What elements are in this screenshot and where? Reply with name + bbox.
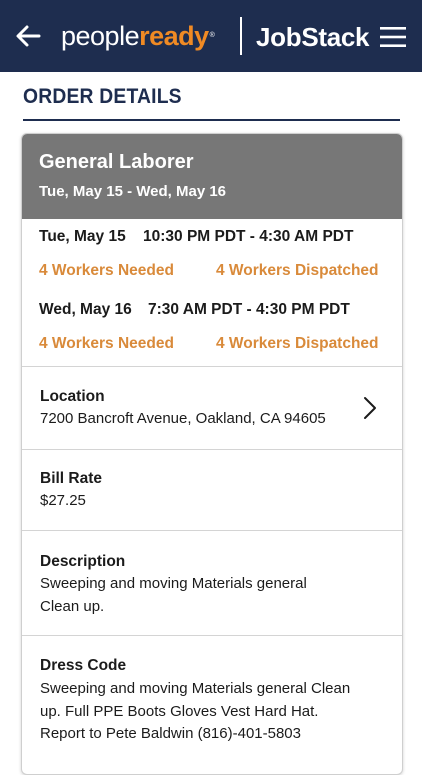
shift-date: Wed, May 16 <box>39 301 132 318</box>
section-divider <box>22 635 402 636</box>
brand-ready: ready <box>139 21 209 51</box>
dress-code-text: Sweeping and moving Materials general Cl… <box>40 680 351 742</box>
order-card: General Laborer Tue, May 15 - Wed, May 1… <box>21 133 403 775</box>
brand-registered-mark: ® <box>209 32 215 39</box>
header-divider <box>240 17 242 55</box>
workers-dispatched: 4 Workers Dispatched <box>216 262 379 279</box>
shift-time: 10:30 PM PDT - 4:30 AM PDT <box>143 228 354 245</box>
workers-dispatched: 4 Workers Dispatched <box>216 335 379 352</box>
brand-people: people <box>61 21 140 51</box>
shift-time: 7:30 AM PDT - 4:30 PM PDT <box>148 301 350 318</box>
back-arrow-icon[interactable] <box>14 22 42 50</box>
top-nav-bar: peopleready® JobStack <box>0 0 422 72</box>
title-underline <box>23 119 400 121</box>
peopleready-logo: peopleready® <box>61 18 215 54</box>
job-date-range: Tue, May 15 - Wed, May 16 <box>39 183 227 200</box>
bill-rate-label: Bill Rate <box>40 470 103 487</box>
shift-date: Tue, May 15 <box>39 228 126 245</box>
workers-needed: 4 Workers Needed <box>39 335 174 352</box>
bill-rate-value: $27.25 <box>40 492 86 509</box>
description-text: Sweeping and moving Materials general Cl… <box>40 575 307 615</box>
description-label: Description <box>40 553 126 570</box>
chevron-right-icon[interactable] <box>362 396 378 420</box>
job-title: General Laborer <box>39 151 194 173</box>
section-divider <box>22 530 402 531</box>
order-card-header: General Laborer Tue, May 15 - Wed, May 1… <box>22 134 402 219</box>
location-label: Location <box>40 388 105 405</box>
workers-needed: 4 Workers Needed <box>39 262 174 279</box>
section-divider <box>22 449 402 450</box>
app-name: JobStack <box>256 22 370 52</box>
page-title: ORDER DETAILS <box>23 85 182 108</box>
location-address: 7200 Bancroft Avenue, Oakland, CA 94605 <box>40 410 326 427</box>
hamburger-menu-icon[interactable] <box>380 26 406 48</box>
dress-code-label: Dress Code <box>40 657 127 674</box>
